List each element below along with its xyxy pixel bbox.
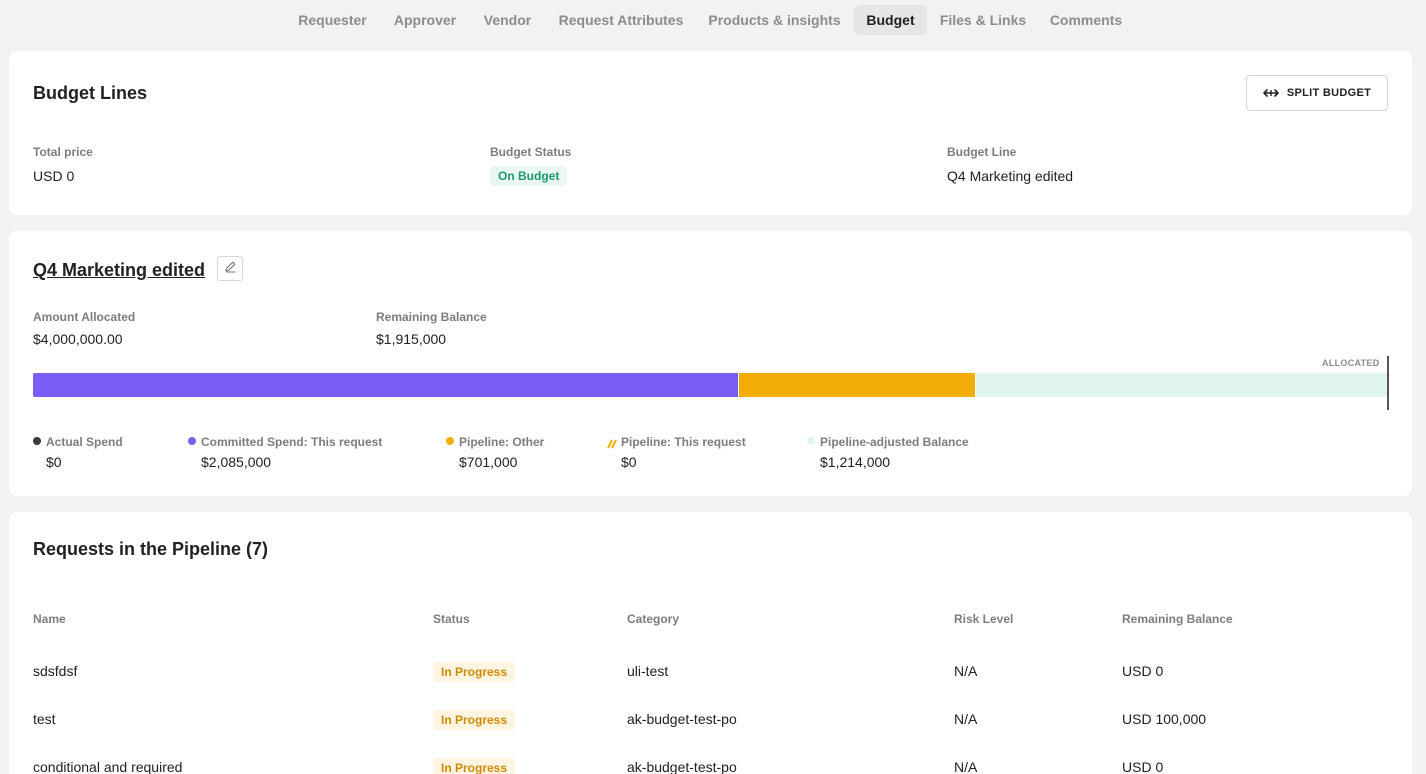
bar-segment-pipeline-other <box>739 373 975 397</box>
row-risk: N/A <box>954 663 978 679</box>
bar-segment-committed <box>33 373 738 397</box>
row-category: ak-budget-test-po <box>627 759 737 774</box>
tab-approver[interactable]: Approver <box>386 5 464 35</box>
budget-status-badge: On Budget <box>490 166 568 186</box>
legend-value: $0 <box>621 454 637 470</box>
budget-lines-title: Budget Lines <box>33 83 148 103</box>
row-name[interactable]: conditional and required <box>33 759 182 774</box>
split-budget-label: SPLIT BUDGET <box>1286 87 1372 99</box>
legend-label: Actual Spend <box>46 435 123 449</box>
adjusted-balance-dot-icon <box>807 437 815 445</box>
legend-value: $2,085,000 <box>201 454 272 470</box>
legend-value: $0 <box>46 454 62 470</box>
row-status: In Progress <box>433 710 516 730</box>
column-header-risk-level[interactable]: Risk Level <box>954 612 1013 626</box>
column-header-status[interactable]: Status <box>433 612 470 626</box>
on-budget-badge: On Budget <box>490 166 568 186</box>
pipeline-other-dot-icon <box>446 437 454 445</box>
legend-label: Pipeline: Other <box>459 435 545 449</box>
row-category: ak-budget-test-po <box>627 711 737 727</box>
tab-products-insights[interactable]: Products & insights <box>703 5 846 35</box>
remaining-balance-label: Remaining Balance <box>376 310 487 324</box>
budget-line-value: Q4 Marketing edited <box>947 168 1074 184</box>
pencil-icon <box>224 260 237 278</box>
total-price-value: USD 0 <box>33 168 75 184</box>
budget-line-title-link[interactable]: Q4 Marketing edited <box>33 260 205 281</box>
row-remaining: USD 0 <box>1122 663 1164 679</box>
row-remaining: USD 100,000 <box>1122 711 1207 727</box>
in-progress-badge: In Progress <box>433 662 516 682</box>
row-name[interactable]: sdsfdsf <box>33 663 77 679</box>
in-progress-badge: In Progress <box>433 758 516 774</box>
pipeline-card: Requests in the Pipeline (7) Name Status… <box>9 512 1412 774</box>
remaining-balance-value: $1,915,000 <box>376 331 447 347</box>
budget-progress-bar <box>33 373 1387 397</box>
budget-status-label: Budget Status <box>490 145 572 159</box>
committed-spend-dot-icon <box>188 437 196 445</box>
allocated-marker-line <box>1387 356 1389 410</box>
row-status: In Progress <box>433 662 516 682</box>
tab-requester[interactable]: Requester <box>291 5 374 35</box>
legend-label: Pipeline: This request <box>621 435 746 449</box>
column-header-name[interactable]: Name <box>33 612 66 626</box>
legend-value: $1,214,000 <box>820 454 891 470</box>
amount-allocated-value: $4,000,000.00 <box>33 331 123 347</box>
row-category: uli-test <box>627 663 669 679</box>
actual-spend-dot-icon <box>33 437 41 445</box>
in-progress-badge: In Progress <box>433 710 516 730</box>
tab-request-attributes[interactable]: Request Attributes <box>551 5 691 35</box>
legend-value: $701,000 <box>459 454 518 470</box>
tab-budget[interactable]: Budget <box>854 5 927 35</box>
bar-segment-pipeline-adjusted-balance <box>976 373 1387 397</box>
amount-allocated-label: Amount Allocated <box>33 310 136 324</box>
budget-detail-card: Q4 Marketing edited Amount Allocated $4,… <box>9 231 1412 496</box>
split-budget-button[interactable]: SPLIT BUDGET <box>1246 75 1388 111</box>
tab-bar: Requester Approver Vendor Request Attrib… <box>0 5 1426 35</box>
row-risk: N/A <box>954 711 978 727</box>
tab-comments[interactable]: Comments <box>1041 5 1131 35</box>
row-status: In Progress <box>433 758 516 774</box>
row-remaining: USD 0 <box>1122 759 1164 774</box>
allocated-marker-label: ALLOCATED <box>1322 358 1380 368</box>
budget-lines-card: Budget Lines SPLIT BUDGET Total price US… <box>9 51 1412 215</box>
tab-files-links[interactable]: Files & Links <box>937 5 1029 35</box>
legend-label: Pipeline-adjusted Balance <box>820 435 969 449</box>
column-header-category[interactable]: Category <box>627 612 679 626</box>
row-risk: N/A <box>954 759 978 774</box>
column-header-remaining-balance[interactable]: Remaining Balance <box>1122 612 1233 626</box>
split-arrows-icon <box>1263 88 1279 98</box>
budget-line-label: Budget Line <box>947 145 1017 159</box>
row-name[interactable]: test <box>33 711 56 727</box>
pipeline-title: Requests in the Pipeline (7) <box>33 539 269 559</box>
edit-budget-button[interactable] <box>217 256 243 281</box>
tab-vendor[interactable]: Vendor <box>476 5 539 35</box>
legend-label: Committed Spend: This request <box>201 435 383 449</box>
total-price-label: Total price <box>33 145 93 159</box>
pipeline-striped-dot-icon <box>607 436 617 454</box>
